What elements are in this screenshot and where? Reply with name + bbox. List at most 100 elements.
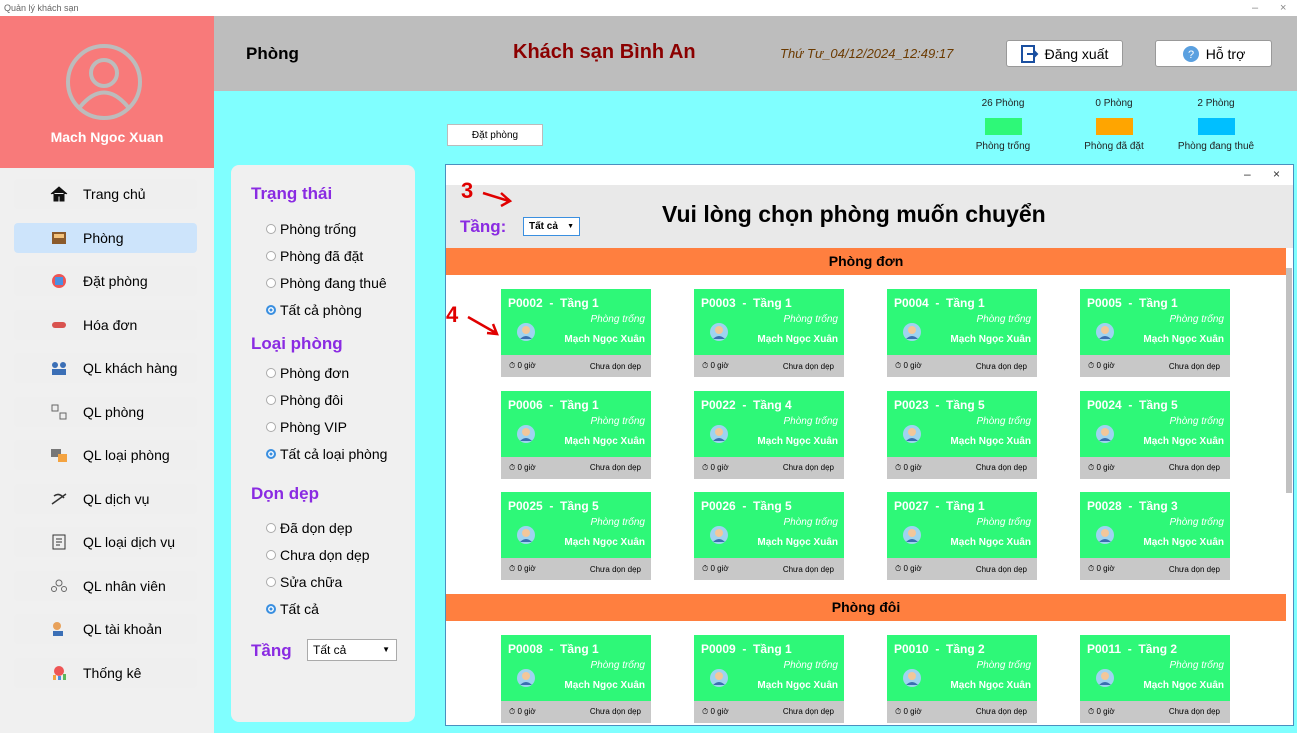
- clock-icon: ⏱: [1088, 462, 1095, 472]
- dialog-floor-select[interactable]: Tất cả ▼: [523, 217, 580, 236]
- nav-item-label: QL loại dịch vụ: [83, 534, 176, 550]
- room-card[interactable]: P0003 - Tầng 1 Phòng trống Mạch Ngọc Xuân ⏱…: [694, 289, 844, 377]
- room-section-header: Phòng đôi: [446, 593, 1286, 621]
- clean-radio-0[interactable]: Đã dọn dẹp: [266, 520, 352, 536]
- legend-swatch: [1197, 118, 1235, 135]
- room-guest-name: Mạch Ngọc Xuân: [950, 537, 1031, 548]
- type-radio-2[interactable]: Phòng VIP: [266, 419, 347, 435]
- guest-avatar-icon: [710, 323, 728, 341]
- radio-label: Phòng đã đặt: [280, 248, 364, 264]
- room-status: Phòng trống: [976, 415, 1032, 427]
- room-guest-name: Mạch Ngọc Xuân: [564, 435, 645, 447]
- nav-item-7[interactable]: QL dịch vụ: [14, 483, 197, 514]
- window-close-button[interactable]: ×: [1280, 0, 1286, 16]
- nav-item-4[interactable]: QL khách hàng: [14, 353, 197, 383]
- room-card[interactable]: P0010 - Tầng 2 Phòng trống Mạch Ngọc Xuân ⏱…: [887, 634, 1037, 723]
- room-hours-value: 0 giờ: [710, 462, 729, 472]
- room-card[interactable]: P0022 - Tầng 4 Phòng trống Mạch Ngọc Xuân ⏱…: [694, 390, 844, 479]
- room-card[interactable]: P0005 - Tầng 1 Phòng trống Mạch Ngọc Xuân ⏱…: [1080, 289, 1230, 377]
- dialog-floor-value: Tất cả: [529, 221, 558, 232]
- room-types-icon: [49, 445, 69, 465]
- nav-item-6[interactable]: QL loại phòng: [14, 440, 197, 470]
- guest-avatar-icon: [903, 323, 921, 341]
- nav-item-2[interactable]: Đặt phòng: [14, 266, 197, 296]
- room-id: P0022 - Tầng 4: [701, 397, 792, 412]
- page-title: Phòng: [246, 44, 299, 63]
- nav-item-10[interactable]: QL tài khoản: [14, 614, 197, 644]
- svg-text:?: ?: [1188, 49, 1194, 61]
- nav-item-8[interactable]: QL loại dịch vụ: [14, 527, 197, 557]
- guest-avatar-icon: [903, 424, 921, 443]
- room-clean-status: Chưa dọn dẹp: [782, 463, 834, 472]
- room-card[interactable]: P0023 - Tầng 5 Phòng trống Mạch Ngọc Xuân ⏱…: [887, 390, 1037, 479]
- room-guest-name: Mạch Ngọc Xuân: [564, 334, 645, 345]
- room-card[interactable]: P0004 - Tầng 1 Phòng trống Mạch Ngọc Xuân ⏱…: [887, 289, 1037, 377]
- room-hours-value: 0 giờ: [710, 361, 729, 370]
- clean-radio-2[interactable]: Sửa chữa: [266, 574, 342, 590]
- floor-filter-select[interactable]: Tất cả ▼: [307, 639, 397, 661]
- status-radio-3[interactable]: Tất cả phòng: [266, 302, 362, 318]
- dialog-scrollbar[interactable]: [1286, 268, 1292, 493]
- room-status: Phòng trống: [783, 314, 839, 325]
- room-id: P0026 - Tầng 5: [701, 499, 792, 513]
- support-icon: ?: [1182, 45, 1199, 62]
- room-guest-name: Mạch Ngọc Xuân: [950, 334, 1031, 345]
- room-hours-value: 0 giờ: [1096, 361, 1115, 370]
- clock-icon: ⏱: [702, 361, 709, 370]
- logout-button[interactable]: Đăng xuất: [1006, 40, 1123, 67]
- floor-filter-title: Tầng: [251, 641, 292, 660]
- user-name: Mach Ngoc Xuan: [50, 129, 164, 145]
- clock-icon: ⏱: [895, 706, 902, 716]
- status-radio-0[interactable]: Phòng trống: [266, 221, 356, 237]
- dialog-close-button[interactable]: ×: [1273, 167, 1280, 181]
- room-card-footer: ⏱ 0 giờ Chưa dọn dẹp: [501, 700, 651, 723]
- room-guest-name: Mạch Ngọc Xuân: [1143, 679, 1224, 691]
- clean-radio-3[interactable]: Tất cả: [266, 601, 319, 617]
- room-id: P0023 - Tầng 5: [894, 397, 985, 412]
- room-card[interactable]: P0002 - Tầng 1 Phòng trống Mạch Ngọc Xuân ⏱…: [501, 289, 651, 377]
- nav-item-3[interactable]: Hóa đơn: [14, 309, 197, 340]
- type-radio-3[interactable]: Tất cả loại phòng: [266, 446, 387, 462]
- annotation-4: 4: [446, 302, 459, 327]
- nav-item-11[interactable]: Thống kê: [14, 657, 197, 688]
- room-card[interactable]: P0028 - Tầng 3 Phòng trống Mạch Ngọc Xuân ⏱…: [1080, 492, 1230, 580]
- dialog-floor-label: Tầng:: [460, 217, 507, 236]
- room-hours: ⏱ 0 giờ: [895, 564, 922, 574]
- room-card[interactable]: P0024 - Tầng 5 Phòng trống Mạch Ngọc Xuân ⏱…: [1080, 390, 1230, 479]
- radio-label: Phòng đơn: [280, 365, 350, 381]
- room-card[interactable]: P0009 - Tầng 1 Phòng trống Mạch Ngọc Xuân ⏱…: [694, 634, 844, 723]
- radio-label: Phòng đang thuê: [280, 275, 387, 291]
- type-radio-0[interactable]: Phòng đơn: [266, 365, 349, 381]
- room-card[interactable]: P0025 - Tầng 5 Phòng trống Mạch Ngọc Xuân ⏱…: [501, 492, 651, 580]
- room-clean-status: Chưa dọn dẹp: [782, 707, 834, 716]
- room-card[interactable]: P0027 - Tầng 1 Phòng trống Mạch Ngọc Xuân ⏱…: [887, 492, 1037, 580]
- legend-count: 0 Phòng: [1095, 98, 1133, 109]
- nav-item-0[interactable]: Trang chủ: [14, 179, 197, 209]
- support-button[interactable]: ? Hỗ trợ: [1155, 40, 1272, 67]
- book-room-button[interactable]: Đặt phòng: [447, 124, 543, 146]
- nav-item-label: Đặt phòng: [83, 273, 148, 289]
- room-id: P0024 - Tầng 5: [1087, 397, 1178, 412]
- status-radio-2[interactable]: Phòng đang thuê: [266, 275, 387, 291]
- guest-avatar-icon: [710, 424, 728, 443]
- clean-radio-1[interactable]: Chưa dọn dẹp: [266, 547, 370, 563]
- home-icon: [49, 184, 69, 204]
- status-radio-1[interactable]: Phòng đã đặt: [266, 248, 363, 264]
- room-guest-name: Mạch Ngọc Xuân: [950, 435, 1031, 447]
- room-status: Phòng trống: [783, 659, 839, 671]
- nav-item-9[interactable]: QL nhân viên: [14, 570, 197, 601]
- guest-avatar-icon: [903, 668, 921, 687]
- room-card[interactable]: P0006 - Tầng 1 Phòng trống Mạch Ngọc Xuân ⏱…: [501, 390, 651, 479]
- window-minimize-button[interactable]: –: [1252, 0, 1258, 16]
- room-status: Phòng trống: [590, 517, 646, 528]
- room-card[interactable]: P0008 - Tầng 1 Phòng trống Mạch Ngọc Xuân ⏱…: [501, 634, 651, 723]
- room-card[interactable]: P0026 - Tầng 5 Phòng trống Mạch Ngọc Xuân ⏱…: [694, 492, 844, 580]
- room-id: P0003 - Tầng 1: [701, 296, 792, 310]
- room-card[interactable]: P0011 - Tầng 2 Phòng trống Mạch Ngọc Xuân ⏱…: [1080, 634, 1230, 723]
- dialog-minimize-button[interactable]: –: [1244, 167, 1251, 181]
- type-radio-1[interactable]: Phòng đôi: [266, 392, 343, 408]
- room-status: Phòng trống: [1169, 517, 1225, 528]
- nav-item-1[interactable]: Phòng: [14, 222, 197, 253]
- room-hours-value: 0 giờ: [903, 564, 922, 573]
- nav-item-5[interactable]: QL phòng: [14, 396, 197, 427]
